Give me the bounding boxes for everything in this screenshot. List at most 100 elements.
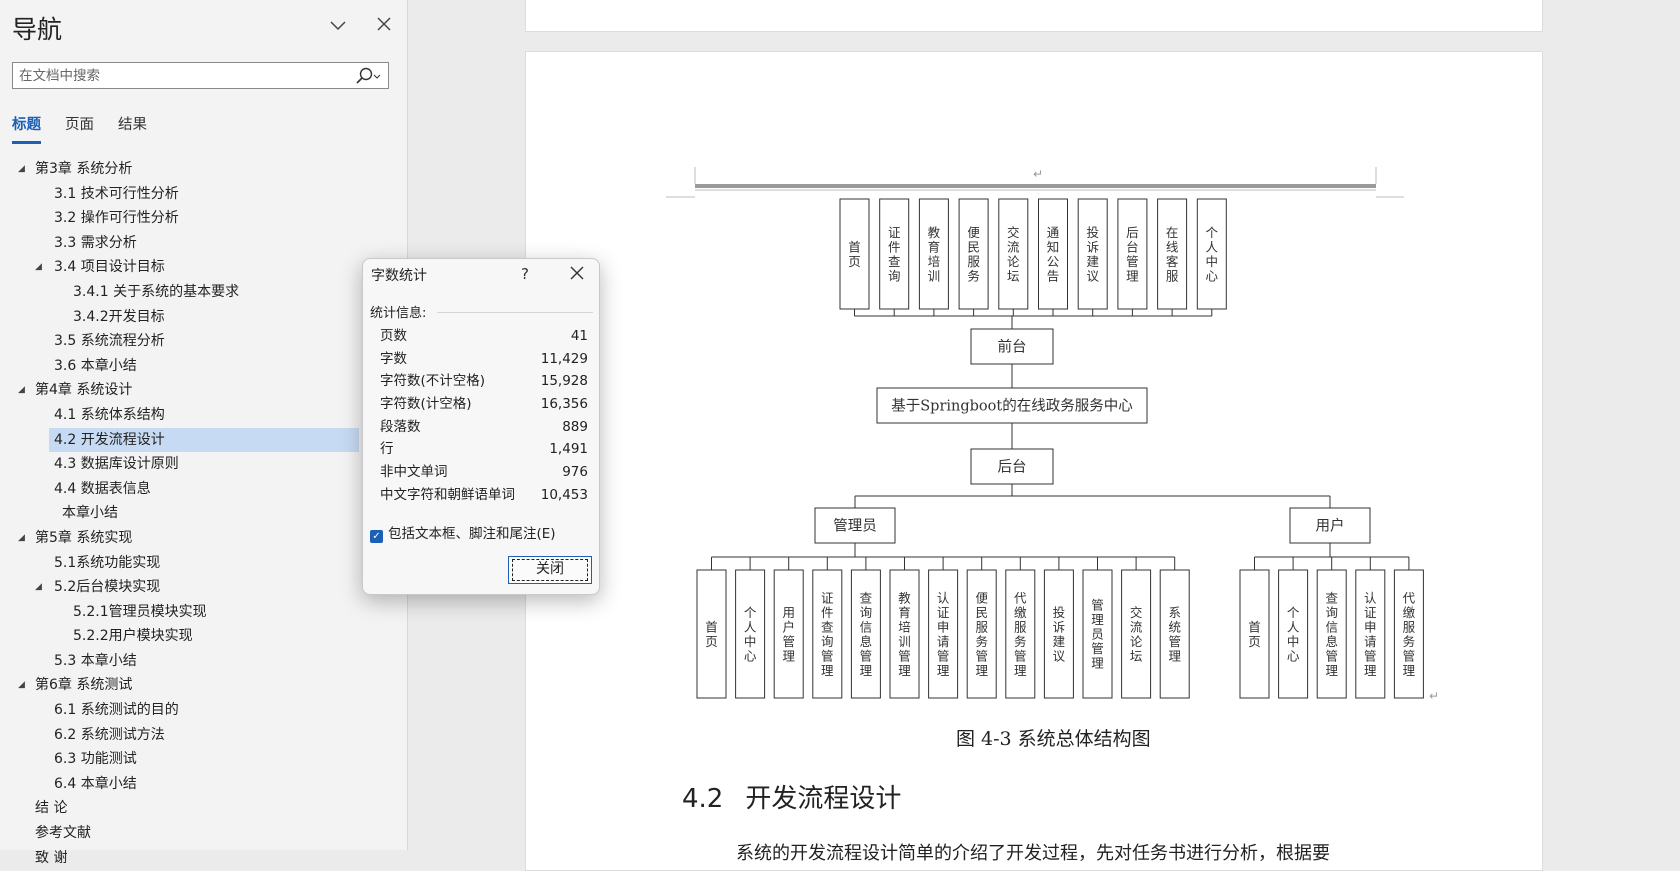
- heading-item[interactable]: 5.2.2用户模块实现: [0, 624, 407, 649]
- front-module: 便民服务: [967, 225, 980, 284]
- heading-item[interactable]: ◢ 第3章 系统分析: [0, 157, 407, 182]
- include-textbox-footnotes-checkbox[interactable]: ✓ 包括文本框、脚注和尾注(E): [370, 522, 556, 543]
- heading-item[interactable]: 6.4 本章小结: [0, 772, 407, 797]
- front-module: 后台管理: [1126, 225, 1139, 284]
- heading-item[interactable]: 4.4 数据表信息: [0, 477, 407, 502]
- stat-label: 非中文单词: [380, 464, 448, 481]
- admin-module: 首页: [705, 619, 718, 649]
- heading-item-label: 3.1 技术可行性分析: [54, 185, 179, 202]
- heading-item[interactable]: ◢ 3.4 项目设计目标: [0, 255, 407, 280]
- heading-item[interactable]: ◢ 第4章 系统设计: [0, 378, 407, 403]
- chevron-down-icon[interactable]: [326, 16, 350, 40]
- help-button[interactable]: ?: [515, 265, 535, 283]
- heading-item[interactable]: 3.3 需求分析: [0, 231, 407, 256]
- admin-module: 便民服务管理: [975, 590, 988, 678]
- heading-item[interactable]: 4.1 系统体系结构: [0, 403, 407, 428]
- expand-triangle-icon[interactable]: ◢: [18, 526, 25, 551]
- previous-page: [525, 0, 1543, 32]
- system-label: 基于Springboot的在线政务服务中心: [891, 398, 1132, 415]
- stat-value: 889: [562, 418, 588, 435]
- heading-item-label: 3.2 操作可行性分析: [54, 210, 179, 227]
- admin-module: 个人中心: [744, 605, 757, 664]
- stat-label: 字符数(计空格): [380, 396, 472, 413]
- close-icon[interactable]: [372, 14, 396, 38]
- heading-item-label: 第4章 系统设计: [35, 382, 133, 399]
- heading-item[interactable]: ◢ 第6章 系统测试: [0, 673, 407, 698]
- admin-module: 证件查询管理: [821, 590, 834, 678]
- nav-tabs: 标题 页面 结果: [12, 113, 171, 144]
- heading-item[interactable]: 5.1系统功能实现: [0, 551, 407, 576]
- heading-item[interactable]: ◢ 第5章 系统实现: [0, 526, 407, 551]
- stat-label: 中文字符和朝鲜语单词: [380, 486, 515, 503]
- heading-item-label: 5.1系统功能实现: [54, 554, 161, 571]
- admin-module: 用户管理: [782, 605, 795, 664]
- section-title: 开发流程设计: [745, 784, 902, 814]
- tab-1[interactable]: 页面: [65, 113, 94, 141]
- heading-item[interactable]: 6.3 功能测试: [0, 747, 407, 772]
- section-number: 4.2: [682, 784, 724, 814]
- heading-item[interactable]: 4.2 开发流程设计: [49, 427, 359, 453]
- admin-module: 查询信息管理: [860, 590, 873, 678]
- dialog-close-icon[interactable]: [566, 263, 588, 287]
- heading-item[interactable]: 3.6 本章小结: [0, 354, 407, 379]
- heading-item[interactable]: 结 论: [0, 796, 407, 821]
- heading-item[interactable]: 5.3 本章小结: [0, 649, 407, 674]
- user-module: 首页: [1248, 619, 1261, 649]
- stat-value: 41: [570, 328, 588, 344]
- close-button[interactable]: 关闭: [508, 556, 592, 584]
- navigation-pane: 导航 标题页面结果 ◢ 第3章 系统分析 3.1 技术可行性分析 3.2 操作可行性分…: [0, 0, 408, 866]
- expand-triangle-icon[interactable]: ◢: [18, 157, 25, 182]
- admin-module: 管理员管理: [1091, 598, 1104, 671]
- stat-label: 段落数: [380, 418, 421, 435]
- paragraph-mark: ↵: [1429, 689, 1439, 703]
- body-paragraph: 系统的开发流程设计简单的介绍了开发过程，先对任务书进行分析，根据要: [736, 843, 1330, 864]
- admin-module: 代缴服务管理: [1014, 590, 1027, 678]
- heading-item[interactable]: 5.2.1管理员模块实现: [0, 600, 407, 625]
- heading-item[interactable]: 3.2 操作可行性分析: [0, 206, 407, 231]
- expand-triangle-icon[interactable]: ◢: [18, 378, 25, 403]
- heading-item-label: 3.5 系统流程分析: [54, 333, 165, 350]
- heading-item[interactable]: 6.1 系统测试的目的: [0, 698, 407, 723]
- front-module: 通知公告: [1047, 225, 1060, 284]
- tab-0[interactable]: 标题: [12, 113, 41, 144]
- heading-item[interactable]: 3.4.1 关于系统的基本要求: [0, 280, 407, 305]
- heading-item[interactable]: 参考文献: [0, 821, 407, 846]
- heading-item-label: 第3章 系统分析: [35, 161, 133, 177]
- heading-item-label: 4.2 开发流程设计: [54, 431, 165, 448]
- heading-item[interactable]: 6.2 系统测试方法: [0, 723, 407, 748]
- heading-item-label: 3.4.2开发目标: [73, 308, 165, 325]
- admin-module: 交流论坛: [1130, 605, 1143, 664]
- focus-ring: [512, 559, 588, 581]
- heading-item-label: 5.2后台模块实现: [54, 579, 161, 596]
- front-label: 前台: [998, 339, 1027, 356]
- heading-item[interactable]: 本章小结: [0, 501, 407, 526]
- heading-item-label: 3.6 本章小结: [54, 357, 137, 374]
- checkbox-check-icon: ✓: [370, 530, 383, 543]
- expand-triangle-icon[interactable]: ◢: [35, 255, 42, 280]
- heading-item-label: 4.4 数据表信息: [54, 480, 151, 497]
- search-input[interactable]: [13, 63, 355, 88]
- stat-label: 字数: [380, 350, 407, 367]
- heading-item[interactable]: 3.5 系统流程分析: [0, 329, 407, 354]
- search-icon[interactable]: [354, 66, 382, 86]
- heading-item[interactable]: 致 谢: [0, 846, 407, 871]
- heading-item-label: 3.4 项目设计目标: [54, 259, 165, 276]
- tab-2[interactable]: 结果: [118, 113, 147, 141]
- expand-triangle-icon[interactable]: ◢: [35, 575, 42, 600]
- heading-item[interactable]: 3.1 技术可行性分析: [0, 182, 407, 207]
- heading-item[interactable]: ◢ 5.2后台模块实现: [0, 575, 407, 600]
- heading-item[interactable]: 4.3 数据库设计原则: [0, 452, 407, 477]
- expand-triangle-icon[interactable]: ◢: [18, 673, 25, 698]
- user-module: 个人中心: [1287, 605, 1300, 664]
- stat-row: 段落数 889: [380, 416, 588, 439]
- section-heading: 4.2 开发流程设计: [682, 778, 901, 815]
- figure-caption: 图 4-3 系统总体结构图: [956, 728, 1151, 750]
- heading-item-label: 5.3 本章小结: [54, 652, 137, 669]
- heading-item[interactable]: 3.4.2开发目标: [0, 305, 407, 330]
- admin-module: 投诉建议: [1053, 605, 1066, 664]
- front-module: 首页: [848, 239, 861, 269]
- stat-label: 行: [380, 441, 394, 458]
- document-page[interactable]: ↵ 首页 证件查询 教育培训 便民服务 交流论坛 通知公告 投诉建议 后台管理 在线客服 个人中心前…: [525, 51, 1543, 871]
- stat-label: 字符数(不计空格): [380, 373, 486, 390]
- user-module: 代缴服务管理: [1403, 590, 1416, 678]
